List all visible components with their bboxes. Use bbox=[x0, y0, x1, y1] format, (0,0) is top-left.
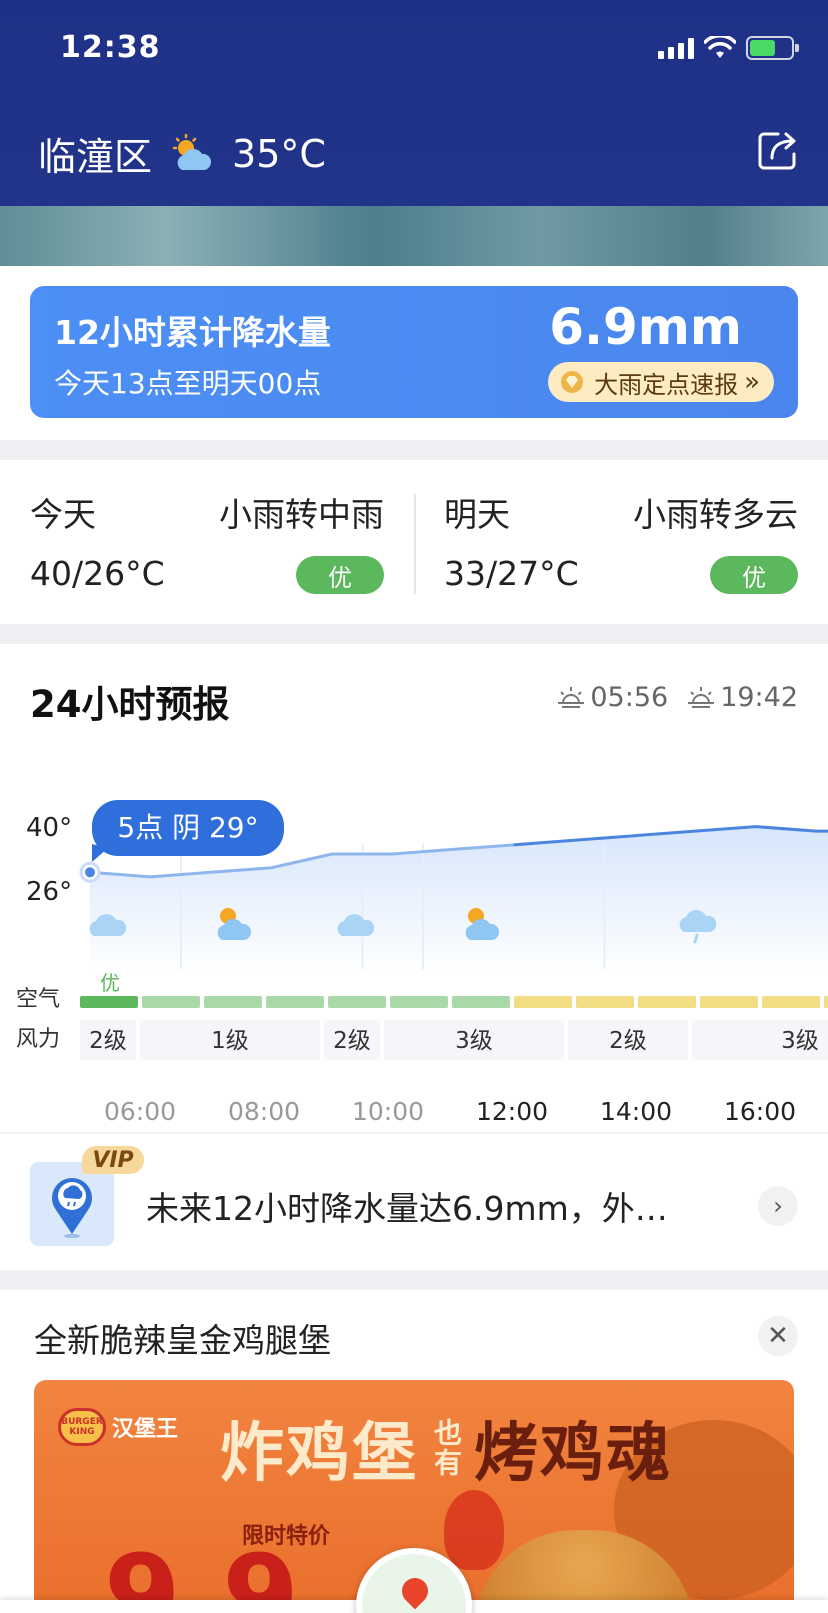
aqi-segment bbox=[576, 996, 634, 1008]
aqi-segment bbox=[700, 996, 758, 1008]
air-label: 空气 bbox=[16, 987, 60, 1012]
wind-level: 3级 bbox=[781, 1028, 819, 1054]
sun-times: 05:56 19:42 bbox=[556, 682, 798, 713]
rain-section: 12小时累计降水量 今天13点至明天00点 6.9mm 大雨定点速报 » bbox=[0, 266, 828, 440]
sunrise-time: 05:56 bbox=[590, 682, 669, 713]
forecast-title: 24小时预报 bbox=[30, 683, 230, 726]
headline-a: 炸鸡堡 bbox=[220, 1417, 418, 1491]
aqi-segment bbox=[390, 996, 448, 1008]
double-chevron-icon: » bbox=[744, 367, 760, 397]
hourly-chart[interactable]: 5点 阴 29° 40° 26° 空气 优风力 2级 1级 2级 3级 2级 3级 06:00 08:0… bbox=[0, 744, 828, 1174]
day-label: 明天 bbox=[444, 495, 510, 534]
brand-name: 汉堡王 bbox=[112, 1417, 179, 1442]
signal-icon bbox=[658, 37, 694, 59]
rain-report-label: 大雨定点速报 bbox=[594, 370, 739, 399]
rain-amount: 6.9mm bbox=[549, 298, 742, 356]
vip-text: 未来12小时降水量达6.9mm，外… bbox=[146, 1189, 668, 1228]
current-point bbox=[85, 867, 95, 878]
day-temp: 33/27°C bbox=[444, 554, 579, 593]
aqi-segment bbox=[328, 996, 386, 1008]
current-temp: 35°C bbox=[232, 131, 326, 176]
today-card[interactable]: 今天 小雨转中雨 40/26°C 优 bbox=[0, 460, 414, 624]
wind-level: 2级 bbox=[333, 1028, 371, 1054]
brand-logo: BURGER KING 汉堡王 bbox=[58, 1408, 178, 1446]
rain-card[interactable]: 12小时累计降水量 今天13点至明天00点 6.9mm 大雨定点速报 » bbox=[30, 286, 798, 418]
day-condition: 小雨转多云 bbox=[633, 495, 798, 534]
time-label: 10:00 bbox=[352, 1097, 424, 1126]
aqi-segment bbox=[824, 996, 828, 1008]
rain-title: 12小时累计降水量 bbox=[54, 313, 331, 352]
day-label: 今天 bbox=[30, 495, 96, 534]
partly-cloudy-icon bbox=[172, 133, 212, 170]
close-icon[interactable]: ✕ bbox=[758, 1316, 798, 1356]
rain-drop bbox=[693, 933, 699, 944]
aqi-badge: 优 bbox=[710, 556, 798, 594]
day-temp: 40/26°C bbox=[30, 554, 165, 593]
aqi-first-label: 优 bbox=[100, 971, 120, 995]
sunset-icon bbox=[688, 686, 715, 708]
day-summary: 今天 小雨转中雨 40/26°C 优 明天 小雨转多云 33/27°C 优 bbox=[0, 460, 828, 624]
rain-report-button[interactable]: 大雨定点速报 » bbox=[548, 362, 774, 402]
wind-label: 风力 bbox=[16, 1027, 60, 1052]
city-name: 临潼区 bbox=[38, 135, 153, 179]
vip-notice[interactable]: VIP 未来12小时降水量达6.9mm，外… › bbox=[0, 1132, 828, 1270]
app-header: 12:38 临潼区 35°C bbox=[0, 0, 828, 206]
wind-level: 2级 bbox=[89, 1028, 127, 1054]
time-label: 16:00 bbox=[724, 1097, 796, 1126]
time-label: 08:00 bbox=[228, 1097, 300, 1126]
diamond-icon bbox=[561, 371, 584, 393]
sky-background bbox=[0, 206, 828, 266]
chevron-right-icon[interactable]: › bbox=[758, 1186, 798, 1226]
aqi-badge: 优 bbox=[296, 556, 384, 594]
sunrise-icon bbox=[558, 686, 585, 708]
headline-b: 烤鸡魂 bbox=[474, 1417, 672, 1491]
headline-mid: 也有 bbox=[430, 1418, 463, 1478]
day-condition: 小雨转中雨 bbox=[219, 495, 384, 534]
wind-level: 2级 bbox=[609, 1028, 647, 1054]
aqi-segment bbox=[638, 996, 696, 1008]
aqi-segment bbox=[80, 996, 138, 1008]
ad-title: 全新脆辣皇金鸡腿堡 bbox=[34, 1321, 331, 1360]
share-icon[interactable] bbox=[756, 128, 800, 172]
battery-icon bbox=[746, 36, 799, 60]
rain-subtitle: 今天13点至明天00点 bbox=[54, 367, 322, 400]
y-axis-label: 26° bbox=[26, 877, 72, 907]
forecast-24h: 24小时预报 05:56 19:42 5点 阴 29° 40° 26° 空气 优… bbox=[0, 644, 828, 1270]
time-label: 14:00 bbox=[600, 1097, 672, 1126]
ad-headline: 炸鸡堡 也有 烤鸡魂 bbox=[220, 1402, 712, 1494]
wind-level: 1级 bbox=[211, 1028, 249, 1054]
y-axis-label: 40° bbox=[26, 813, 72, 843]
tomorrow-card[interactable]: 明天 小雨转多云 33/27°C 优 bbox=[414, 460, 828, 624]
tooltip-text: 5点 阴 29° bbox=[117, 811, 258, 844]
sunrise: 05:56 bbox=[556, 682, 668, 713]
aqi-segment bbox=[204, 996, 262, 1008]
flame-image bbox=[444, 1490, 504, 1570]
time-label: 12:00 bbox=[476, 1097, 548, 1126]
status-time: 12:38 bbox=[60, 30, 161, 65]
location-pin-icon bbox=[396, 1572, 434, 1610]
location[interactable]: 临潼区 35°C bbox=[38, 126, 326, 181]
status-icons bbox=[658, 36, 799, 60]
wifi-icon bbox=[704, 36, 736, 58]
wind-level: 3级 bbox=[455, 1028, 493, 1054]
aqi-segment bbox=[452, 996, 510, 1008]
vip-badge: VIP bbox=[82, 1146, 144, 1174]
aqi-segment bbox=[142, 996, 200, 1008]
aqi-segment bbox=[266, 996, 324, 1008]
time-label: 06:00 bbox=[104, 1097, 176, 1126]
aqi-segment bbox=[514, 996, 572, 1008]
bk-logo-icon: BURGER KING bbox=[58, 1408, 106, 1446]
sunset: 19:42 bbox=[686, 682, 798, 713]
sunset-time: 19:42 bbox=[720, 682, 798, 713]
aqi-segment bbox=[762, 996, 820, 1008]
rain-alert-icon bbox=[30, 1162, 114, 1246]
